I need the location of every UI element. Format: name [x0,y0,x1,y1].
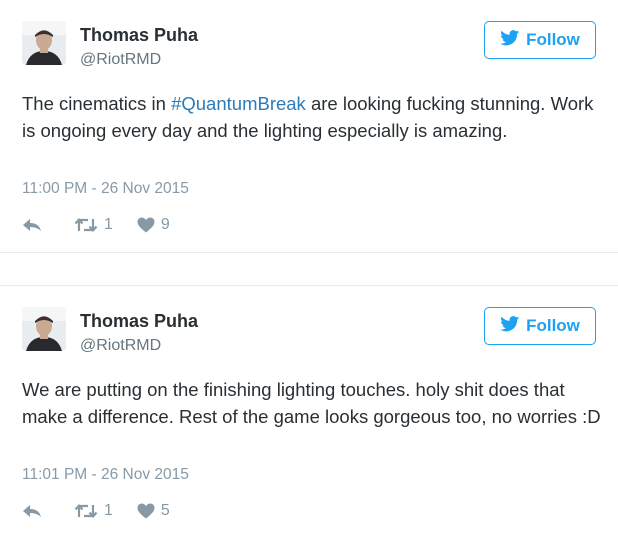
reply-arrow-icon [22,218,42,232]
follow-label: Follow [526,316,580,335]
reply-arrow-icon [22,504,42,518]
author-handle[interactable]: @RiotRMD [80,336,161,356]
follow-button[interactable]: Follow [484,21,596,59]
tweet-timestamp[interactable]: 11:00 PM - 26 Nov 2015 [22,179,189,199]
hashtag-link[interactable]: #QuantumBreak [171,93,306,114]
retweet-button[interactable]: 1 [74,216,137,234]
avatar[interactable] [22,307,66,351]
retweet-count: 1 [104,502,113,519]
tweet-card: Thomas Puha @RiotRMD Follow We are putti… [0,285,618,537]
twitter-bird-icon [500,29,520,51]
like-count: 9 [160,216,170,233]
tweet-text: We are putting on the finishing lighting… [22,379,601,427]
retweet-icon [74,503,98,519]
tweet-text: The cinematics in #QuantumBreak are look… [22,90,607,144]
author-handle[interactable]: @RiotRMD [80,50,161,70]
tweet-timestamp[interactable]: 11:01 PM - 26 Nov 2015 [22,465,189,485]
heart-icon [137,503,155,519]
heart-icon [137,217,155,233]
twitter-bird-icon [500,315,520,337]
tweet-card: Thomas Puha @RiotRMD Follow The cinemati… [0,0,618,253]
retweet-icon [74,217,98,233]
tweet-actions: 1 5 [22,500,170,522]
follow-label: Follow [526,30,580,49]
tweet-text-part: The cinematics in [22,93,172,114]
reply-button[interactable] [22,504,44,518]
retweet-button[interactable]: 1 [74,502,137,520]
like-button[interactable]: 9 [137,216,170,234]
tweet-actions: 1 9 [22,214,170,236]
follow-button[interactable]: Follow [484,307,596,345]
retweet-count: 1 [104,216,113,233]
like-count: 5 [160,502,170,519]
reply-button[interactable] [22,218,44,232]
like-button[interactable]: 5 [137,502,170,520]
author-name[interactable]: Thomas Puha [80,24,198,46]
avatar[interactable] [22,21,66,65]
author-name[interactable]: Thomas Puha [80,310,198,332]
